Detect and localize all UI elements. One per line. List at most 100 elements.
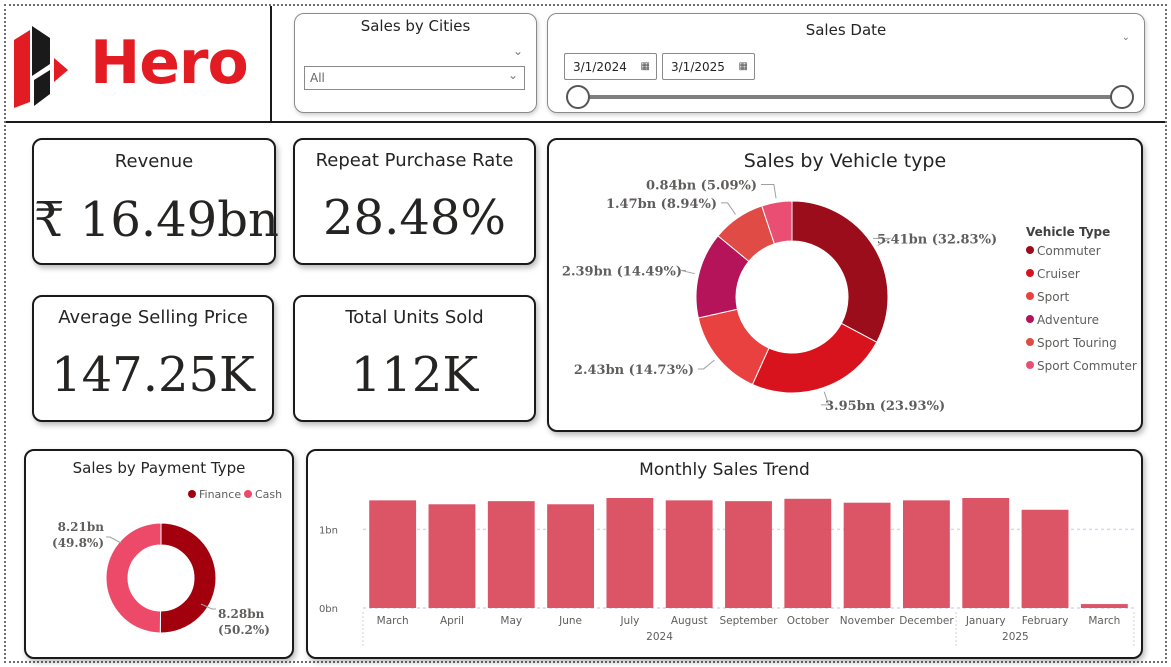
vehicle-legend-title: Vehicle Type	[1026, 225, 1110, 239]
payment-legend-item: Finance	[199, 488, 241, 501]
vehicle-slice-commuter	[791, 200, 889, 343]
repeat-rate-value: 28.48%	[322, 190, 507, 246]
vehicle-donut-chart: 5.41bn (32.83%) 3.95bn (23.93%) 2.43bn (14…	[562, 178, 1137, 414]
trend-x-tick: March	[377, 615, 409, 627]
trend-x-tick: June	[558, 615, 582, 627]
start-date-value: 3/1/2024	[573, 60, 627, 74]
vehicle-legend-item: Sport Commuter	[1037, 359, 1137, 373]
trend-bar	[369, 500, 417, 608]
vehicle-legend-marker	[1026, 361, 1034, 369]
payment-legend-marker	[244, 490, 252, 498]
vehicle-legend-item: Adventure	[1037, 313, 1099, 327]
date-slicer: Sales Date ⌄ 3/1/2024 ▦ 3/1/2025 ▦	[547, 13, 1145, 113]
repeat-rate-card: Repeat Purchase Rate 28.48%	[293, 138, 536, 265]
trend-x-tick: December	[899, 615, 954, 627]
vehicle-legend-marker	[1026, 338, 1034, 346]
vehicle-leader-line	[681, 269, 695, 275]
trend-x-tick: April	[440, 615, 464, 627]
end-date-input[interactable]: 3/1/2025 ▦	[662, 53, 755, 80]
end-date-value: 3/1/2025	[671, 60, 725, 74]
vehicle-data-label: 5.41bn (32.83%)	[877, 232, 997, 247]
payment-data-label: (50.2%)	[218, 623, 270, 637]
trend-y-tick: 0bn	[319, 604, 338, 615]
vehicle-legend-item: Cruiser	[1037, 267, 1080, 281]
payment-legend-marker	[188, 490, 196, 498]
calendar-icon[interactable]: ▦	[641, 61, 650, 72]
date-start-handle[interactable]	[566, 85, 590, 109]
trend-x-tick: August	[671, 615, 708, 627]
vehicle-legend-marker	[1026, 315, 1034, 323]
trend-x-tick: January	[965, 615, 1006, 627]
vehicle-leader-line	[721, 202, 736, 215]
vehicle-chart-card: Sales by Vehicle type 5.41bn (32.83%) 3.9…	[547, 138, 1143, 432]
trend-x-tick: July	[619, 615, 639, 627]
trend-x-tick: October	[787, 615, 830, 627]
logo-divider	[270, 6, 272, 121]
vehicle-leader-line	[698, 359, 715, 370]
trend-bar	[665, 500, 713, 608]
vehicle-legend-marker	[1026, 269, 1034, 277]
date-range-track[interactable]	[578, 95, 1122, 99]
vehicle-legend-item: Commuter	[1037, 244, 1101, 258]
hero-logo: Hero	[12, 24, 264, 110]
header-divider	[6, 121, 1165, 123]
payment-data-label: (49.8%)	[52, 536, 104, 550]
vehicle-data-label: 2.39bn (14.49%)	[562, 264, 682, 279]
trend-bar	[843, 502, 891, 608]
trend-bar	[547, 504, 595, 608]
trend-chart-card: Monthly Sales Trend 0bn 1bn March April May J…	[306, 449, 1143, 659]
revenue-value: ₹ 16.49bn	[34, 192, 279, 248]
revenue-card: Revenue ₹ 16.49bn	[32, 138, 279, 265]
dropdown-chevron-icon: ⌄	[507, 68, 518, 82]
trend-bar	[784, 498, 832, 608]
monthly-trend-chart: 0bn 1bn March April May June July August Septemb…	[319, 498, 1135, 646]
trend-bar	[1080, 604, 1128, 608]
trend-x-tick: February	[1022, 615, 1069, 627]
chevron-down-icon[interactable]: ⌄	[513, 44, 523, 58]
units-card: Total Units Sold 112K	[293, 295, 536, 422]
units-title: Total Units Sold	[345, 307, 484, 328]
vehicle-data-label: 0.84bn (5.09%)	[646, 178, 757, 193]
trend-bar	[725, 501, 772, 608]
vehicle-data-label: 3.95bn (23.93%)	[825, 399, 945, 414]
trend-y-tick: 1bn	[319, 525, 338, 536]
payment-data-label: 8.21bn	[58, 520, 105, 534]
vehicle-data-label: 1.47bn (8.94%)	[606, 197, 717, 212]
trend-bar	[428, 504, 476, 608]
chevron-down-icon[interactable]: ⌄	[1122, 32, 1130, 43]
cities-slicer: Sales by Cities ⌄ All ⌄	[294, 13, 537, 113]
vehicle-leader-line	[761, 183, 777, 199]
trend-bar	[962, 498, 1010, 608]
vehicle-legend-item: Sport	[1037, 290, 1070, 304]
date-end-handle[interactable]	[1110, 85, 1134, 109]
trend-bar	[606, 498, 654, 608]
trend-x-tick: September	[719, 615, 778, 627]
asp-value: 147.25K	[51, 347, 255, 403]
hero-logo-text: Hero	[90, 28, 249, 98]
vehicle-data-label: 2.43bn (14.73%)	[574, 363, 694, 378]
cities-slicer-title: Sales by Cities	[360, 17, 471, 35]
payment-donut-chart: Finance Cash 8.28bn (50.2%) 8.21bn (49.8%)	[52, 488, 282, 637]
repeat-rate-title: Repeat Purchase Rate	[315, 150, 514, 171]
trend-year-label: 2025	[1002, 631, 1029, 643]
date-slicer-title: Sales Date	[805, 21, 887, 39]
asp-title: Average Selling Price	[58, 307, 248, 328]
payment-slice-finance	[159, 522, 217, 634]
vehicle-legend-marker	[1026, 246, 1034, 254]
calendar-icon[interactable]: ▦	[739, 61, 748, 72]
trend-x-tick: May	[500, 615, 522, 627]
payment-leader-line	[106, 536, 122, 544]
payment-data-label: 8.28bn	[218, 607, 265, 621]
start-date-input[interactable]: 3/1/2024 ▦	[564, 53, 657, 80]
payment-legend-item: Cash	[255, 488, 282, 501]
trend-x-tick: November	[840, 615, 895, 627]
trend-bar	[1021, 509, 1069, 608]
trend-x-tick: March	[1088, 615, 1120, 627]
asp-card: Average Selling Price 147.25K	[32, 295, 274, 422]
payment-chart-card: Sales by Payment Type Finance Cash 8.28bn(…	[24, 449, 294, 659]
vehicle-legend-marker	[1026, 292, 1034, 300]
cities-dropdown[interactable]: All ⌄	[304, 66, 525, 90]
cities-dropdown-value: All	[310, 71, 325, 85]
trend-bar	[487, 501, 535, 608]
vehicle-slice-cruiser	[751, 322, 878, 394]
